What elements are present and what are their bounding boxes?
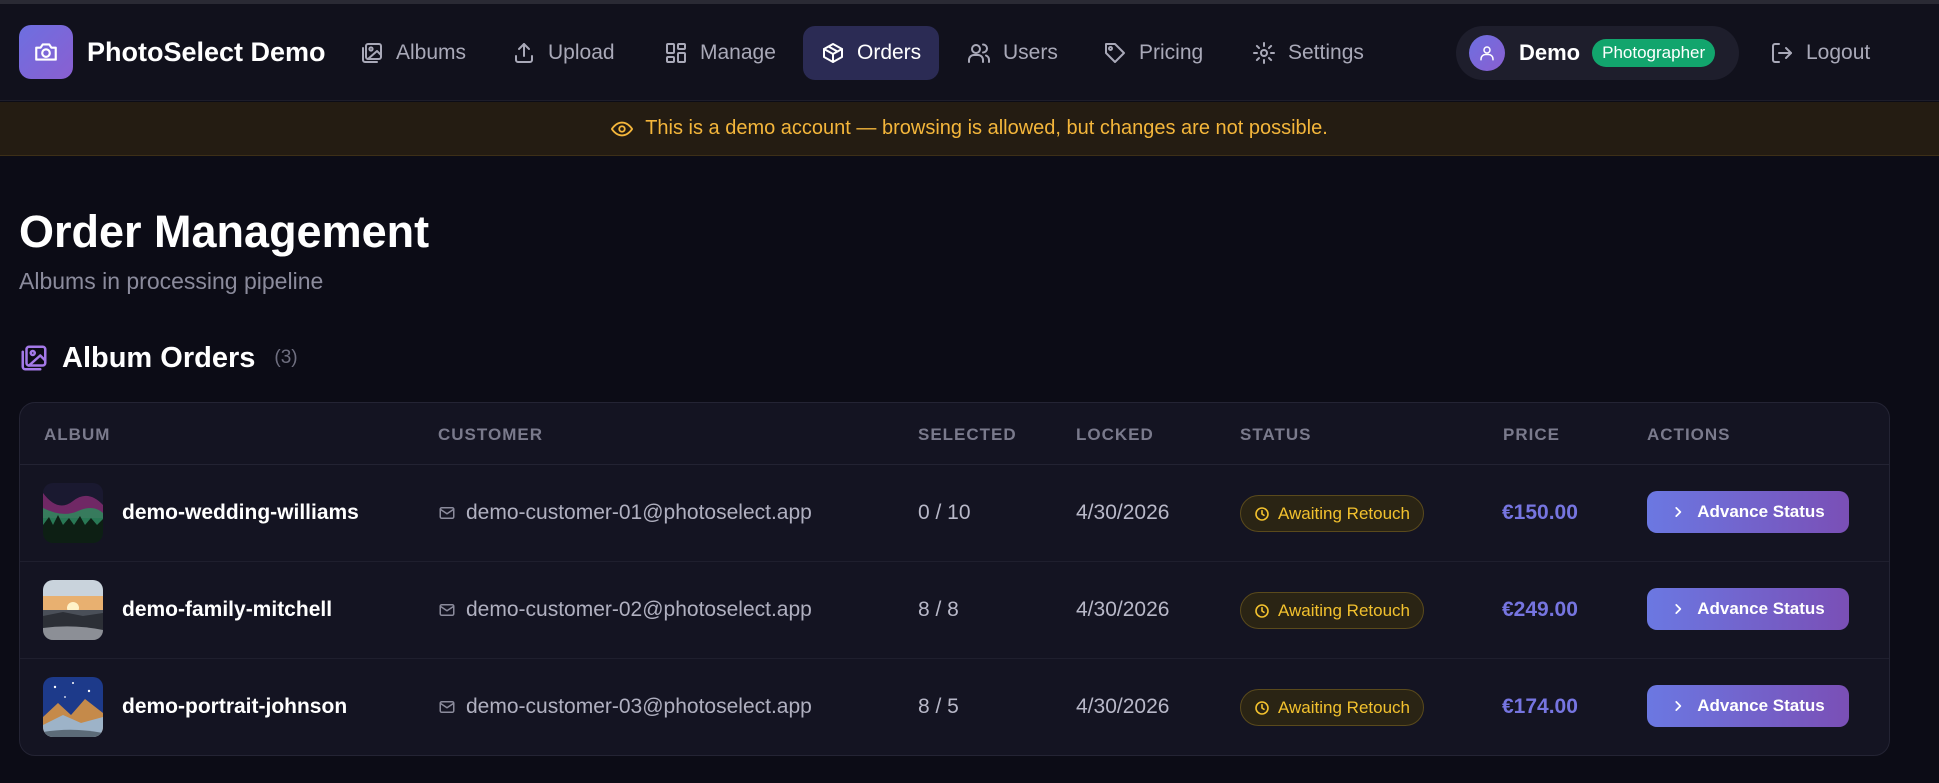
locked-date: 4/30/2026: [1076, 598, 1170, 621]
column-header-price: PRICE: [1503, 425, 1560, 444]
nav-item-manage[interactable]: Manage: [646, 26, 794, 80]
nav-item-settings[interactable]: Settings: [1234, 26, 1382, 80]
brand-name: PhotoSelect Demo: [87, 36, 326, 67]
column-header-status: STATUS: [1240, 425, 1312, 444]
nav-item-albums[interactable]: Albums: [342, 26, 484, 80]
selected-count: 0 / 10: [918, 501, 971, 524]
nav-label-upload: Upload: [548, 41, 615, 64]
status-badge: Awaiting Retouch: [1240, 592, 1424, 629]
clock-icon: [1255, 506, 1269, 521]
status-badge: Awaiting Retouch: [1240, 689, 1424, 726]
album-name[interactable]: demo-portrait-johnson: [122, 695, 347, 719]
nav-item-users[interactable]: Users: [949, 26, 1076, 80]
eye-icon: [611, 121, 634, 136]
nav-label-orders: Orders: [857, 41, 922, 64]
customer-email: demo-customer-01@photoselect.app: [438, 501, 812, 525]
advance-status-button[interactable]: Advance Status: [1647, 491, 1849, 533]
advance-status-label: Advance Status: [1697, 599, 1825, 618]
price: €174.00: [1502, 695, 1578, 718]
customer-email: demo-customer-02@photoselect.app: [438, 598, 812, 622]
top-navbar: PhotoSelect Demo Albums Upload Manage Or…: [0, 4, 1939, 101]
column-header-customer: CUSTOMER: [438, 425, 543, 444]
column-header-actions: ACTIONS: [1647, 425, 1731, 444]
column-header-locked: LOCKED: [1076, 425, 1154, 444]
clock-icon: [1255, 603, 1269, 618]
customer-email: demo-customer-03@photoselect.app: [438, 695, 812, 719]
customer-email-text: demo-customer-03@photoselect.app: [466, 695, 812, 718]
album-thumbnail: [43, 677, 103, 737]
role-badge: Photographer: [1592, 39, 1716, 67]
advance-status-label: Advance Status: [1697, 502, 1825, 521]
orders-table: ALBUM CUSTOMER SELECTED LOCKED STATUS PR…: [19, 402, 1890, 756]
nav-label-settings: Settings: [1288, 41, 1364, 64]
nav-label-albums: Albums: [396, 41, 467, 64]
column-header-album: ALBUM: [44, 425, 111, 444]
logout-button[interactable]: Logout: [1770, 26, 1870, 80]
locked-date: 4/30/2026: [1076, 501, 1170, 524]
advance-status-label: Advance Status: [1697, 696, 1825, 715]
avatar: [1469, 35, 1505, 71]
logout-icon: [1772, 43, 1792, 63]
nav-label-manage: Manage: [700, 41, 776, 64]
mail-icon: [439, 507, 455, 519]
album-thumbnail: [43, 483, 103, 543]
status-text: Awaiting Retouch: [1278, 600, 1410, 620]
status-text: Awaiting Retouch: [1278, 503, 1410, 523]
advance-status-button[interactable]: Advance Status: [1647, 685, 1849, 727]
status-text: Awaiting Retouch: [1278, 697, 1410, 717]
brand[interactable]: PhotoSelect Demo: [19, 25, 326, 79]
advance-status-button[interactable]: Advance Status: [1647, 588, 1849, 630]
nav-item-pricing[interactable]: Pricing: [1085, 26, 1221, 80]
selected-count: 8 / 5: [918, 695, 959, 718]
nav-item-upload[interactable]: Upload: [494, 26, 633, 80]
customer-email-text: demo-customer-01@photoselect.app: [466, 501, 812, 524]
table-row[interactable]: demo-wedding-williams demo-customer-01@p…: [20, 465, 1889, 562]
chevron-right-icon: [1675, 507, 1682, 517]
column-header-selected: SELECTED: [918, 425, 1017, 444]
albums-icon: [362, 43, 382, 63]
section-title: Album Orders: [62, 341, 256, 374]
table-header: ALBUM CUSTOMER SELECTED LOCKED STATUS PR…: [20, 403, 1889, 465]
album-name[interactable]: demo-family-mitchell: [122, 598, 332, 622]
logout-label: Logout: [1806, 41, 1871, 64]
banner-text: This is a demo account — browsing is all…: [645, 117, 1328, 139]
table-row[interactable]: demo-portrait-johnson demo-customer-03@p…: [20, 659, 1889, 755]
price: €249.00: [1502, 598, 1578, 621]
upload-icon: [515, 43, 533, 63]
section-count: (3): [274, 347, 298, 368]
package-icon: [823, 43, 843, 63]
page-subtitle: Albums in processing pipeline: [19, 268, 324, 294]
price: €150.00: [1502, 501, 1578, 524]
camera-icon: [19, 25, 73, 79]
album-name[interactable]: demo-wedding-williams: [122, 501, 359, 525]
demo-banner: This is a demo account — browsing is all…: [0, 102, 1939, 156]
nav-item-orders[interactable]: Orders: [803, 26, 940, 80]
user-name: Demo: [1519, 40, 1581, 65]
mail-icon: [439, 701, 455, 713]
nav-label-pricing: Pricing: [1139, 41, 1204, 64]
clock-icon: [1255, 700, 1269, 715]
table-row[interactable]: demo-family-mitchell demo-customer-02@ph…: [20, 562, 1889, 659]
page-title: Order Management: [19, 206, 430, 257]
mail-icon: [439, 604, 455, 616]
selected-count: 8 / 8: [918, 598, 959, 621]
gear-icon: [1253, 42, 1275, 64]
chevron-right-icon: [1675, 701, 1682, 711]
status-badge: Awaiting Retouch: [1240, 495, 1424, 532]
albums-icon: [21, 345, 47, 371]
tag-icon: [1105, 43, 1125, 63]
users-icon: [968, 43, 990, 63]
nav-label-users: Users: [1003, 41, 1058, 64]
user-icon: [1480, 46, 1494, 61]
manage-icon: [666, 43, 686, 63]
section-header: Album Orders (3): [19, 338, 298, 378]
locked-date: 4/30/2026: [1076, 695, 1170, 718]
customer-email-text: demo-customer-02@photoselect.app: [466, 598, 812, 621]
album-thumbnail: [43, 580, 103, 640]
chevron-right-icon: [1675, 604, 1682, 614]
user-menu[interactable]: Demo Photographer: [1456, 26, 1739, 80]
